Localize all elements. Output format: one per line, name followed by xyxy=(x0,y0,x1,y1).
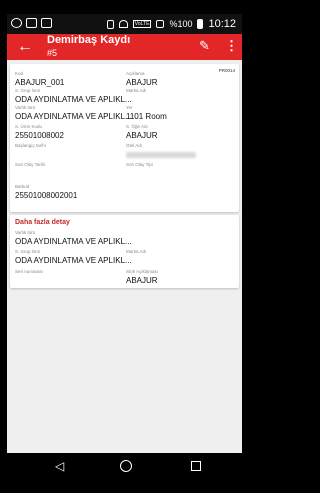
sgrup-label-2: S. Grup İsmi xyxy=(15,249,41,254)
back-arrow-icon[interactable]: ← xyxy=(17,38,33,56)
oge-label: S. Öğe Adı xyxy=(126,124,148,129)
sgrup-label: S. Grup İsmi xyxy=(15,88,41,93)
detail-card: PR0014 Kod ABAJUR_001 Açıklama ABAJUR S.… xyxy=(10,64,239,212)
redacted-hotel-name xyxy=(126,152,196,158)
wifi-icon xyxy=(118,20,128,28)
oge-value: ABAJUR xyxy=(126,131,158,140)
eye-icon xyxy=(26,18,37,28)
varlik-value: ODA AYDINLATMA VE APLIKL... xyxy=(15,112,132,121)
vibrate-icon xyxy=(106,19,114,29)
otel-label: Otel Adı xyxy=(126,143,143,148)
barkod-label: Barkod xyxy=(15,184,30,189)
nav-recents-icon[interactable] xyxy=(191,461,201,471)
page-title: Demirbaş Kaydı xyxy=(47,34,131,46)
more-details-card: Daha fazla detay Varlık türü ODA AYDINLA… xyxy=(10,215,239,288)
aciklama-label: Açıklama xyxy=(126,71,145,76)
more-vert-icon[interactable]: ⋮ xyxy=(225,38,238,54)
kod-value: ABAJUR_001 xyxy=(15,78,65,87)
status-bar: VoLTE %100 10:12 xyxy=(7,14,242,34)
marka-label: Marka Adı xyxy=(126,88,147,93)
seri-label: Seri numarası xyxy=(15,269,44,274)
edit-icon[interactable]: ✎ xyxy=(199,38,210,54)
stok-label: Stok Açıklaması xyxy=(126,269,159,274)
nav-home-icon[interactable] xyxy=(120,460,132,472)
content-area: PR0014 Kod ABAJUR_001 Açıklama ABAJUR S.… xyxy=(7,60,242,453)
urun-kodu-value: 25501008002 xyxy=(15,131,64,140)
kod-label: Kod xyxy=(15,71,24,76)
marka-label-2: Marka Adı xyxy=(126,249,147,254)
yer-value: 1101 Room xyxy=(126,112,167,121)
battery-text: %100 xyxy=(169,19,193,29)
varlik-label-2: Varlık türü xyxy=(15,230,36,235)
more-details-title: Daha fazla detay xyxy=(15,219,70,226)
son-olay-tarihi-label: Son Olay Tarihi xyxy=(15,162,46,167)
battery-icon xyxy=(197,19,204,29)
barkod-value: 25501008002001 xyxy=(15,191,78,200)
signal-icon xyxy=(156,20,165,28)
sgrup-value-2: ODA AYDINLATMA VE APLIKL... xyxy=(15,256,132,265)
app-bar: ← Demirbaş Kaydı #5 ✎ ⋮ xyxy=(7,34,242,60)
volte-badge: VoLTE xyxy=(132,20,152,28)
varlik-label: Varlık türü xyxy=(15,105,36,110)
son-olay-tipi-label: Son Olay Tipi xyxy=(126,162,153,167)
image-icon xyxy=(41,18,52,28)
nav-back-icon[interactable]: ◁ xyxy=(55,459,64,473)
code-badge: PR0014 xyxy=(218,68,235,73)
navigation-bar: ◁ xyxy=(7,453,242,480)
aciklama-value: ABAJUR xyxy=(126,78,158,87)
sgrup-value: ODA AYDINLATMA VE APLIKL... xyxy=(15,95,132,104)
clock: 10:12 xyxy=(208,18,236,30)
urun-kodu-label: S. Ürün Kodu xyxy=(15,124,43,129)
page-subtitle: #5 xyxy=(47,48,58,58)
yer-label: Yer xyxy=(126,105,133,110)
varlik-value-2: ODA AYDINLATMA VE APLIKL... xyxy=(15,237,132,246)
baslangic-label: Başlangıç tarihi xyxy=(15,143,46,148)
stok-value: ABAJUR xyxy=(126,276,158,285)
sync-icon xyxy=(11,18,22,28)
